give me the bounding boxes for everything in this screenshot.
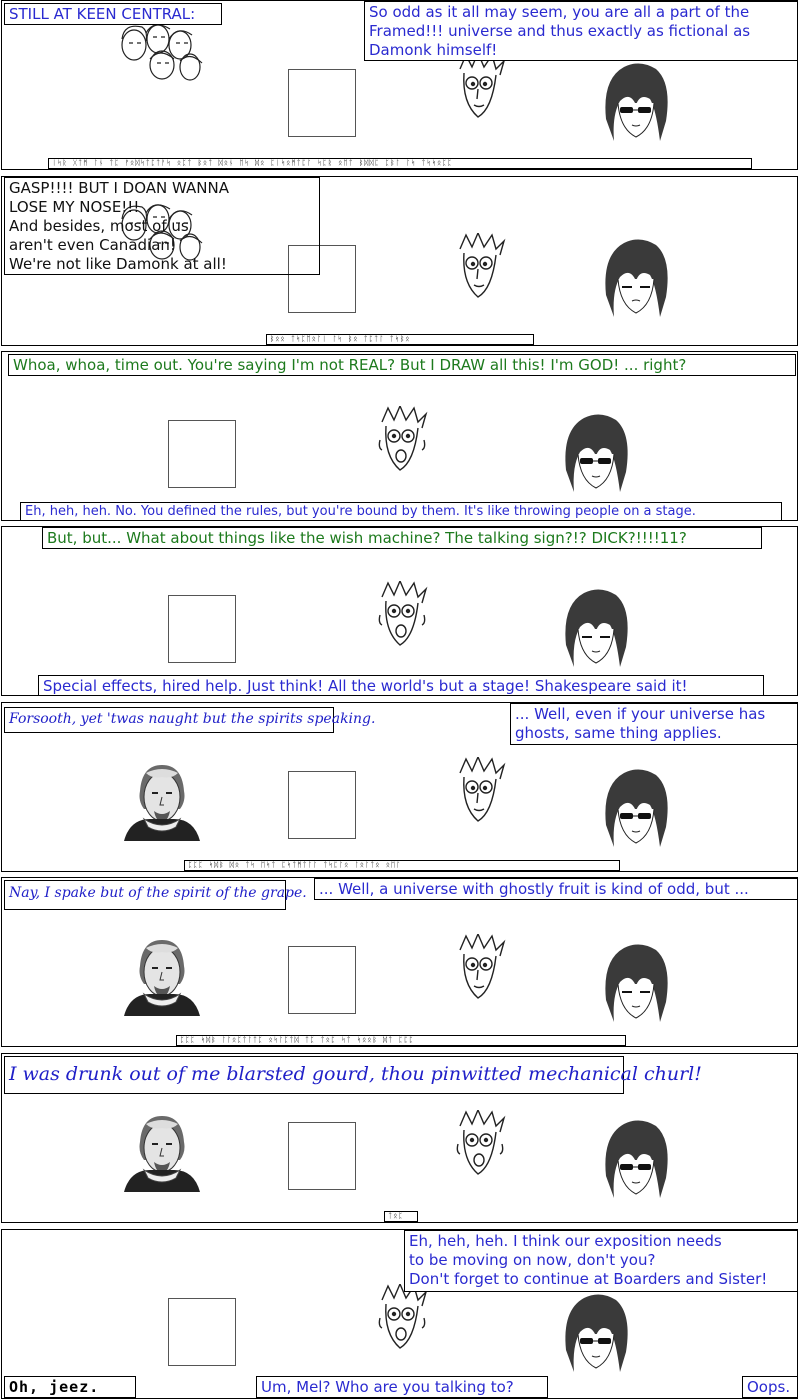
shakespeare-portrait-icon [120, 1112, 204, 1194]
talking-sign-icon [168, 420, 236, 488]
mel-speech: Eh, heh, heh. No. You defined the rules,… [20, 502, 782, 520]
mel-face-icon [560, 585, 632, 673]
mel-face-icon [600, 940, 672, 1028]
author-face-icon [452, 757, 510, 827]
glyph-translation-bar: ᛏᛟᛈ [384, 1211, 418, 1222]
group-faces-icon [114, 15, 210, 87]
mel-speech: Special effects, hired help. Just think!… [38, 675, 764, 695]
author-speech: Whoa, whoa, time out. You're saying I'm … [8, 354, 796, 376]
comic-panel-1: STILL AT KEEN CENTRAL: So odd as it all … [1, 0, 798, 170]
author-face-icon [452, 934, 510, 1004]
glyph-translation-bar: ᛈᛈᛈ ᛋᛞᛒ ᛞᛟ ᛏᛋ ᛖᛋᛏ ᛈᛋᛏᛗᛏᛚᛚ ᛏᛋᛈᛚᛟ ᛚᛟᛚᛏᛟ ᛟᛖ… [184, 860, 620, 871]
mel-face-icon [600, 1116, 672, 1204]
author-face-shocked-icon [374, 1284, 432, 1354]
shakespeare-portrait-icon [120, 936, 204, 1018]
shakespeare-portrait-icon [120, 761, 204, 843]
author-speech: But, but... What about things like the w… [42, 527, 762, 549]
comic-panel-7: I was drunk out of me blarsted gourd, th… [1, 1053, 798, 1223]
location-caption: STILL AT KEEN CENTRAL: [4, 3, 222, 25]
shakespeare-speech: I was drunk out of me blarsted gourd, th… [4, 1056, 702, 1094]
glyph-translation-bar: ᛒᛟᛟ ᛏᛋᛈᛖᛟᛚᛁ ᛚᛋ ᛒᛟ ᛏᛈᛏᛚ ᛏᛋᛒᛟ [266, 334, 534, 345]
comic-panel-2: GASP!!!! BUT I DOAN WANNA LOSE MY NOSE!!… [1, 176, 798, 346]
mel-speech: ... Well, even if your universe has ghos… [510, 703, 797, 745]
mel-face-icon [600, 59, 672, 147]
talking-sign-icon [288, 946, 356, 1014]
talking-sign-icon [288, 771, 356, 839]
talking-sign-icon [288, 1122, 356, 1190]
mel-face-icon [560, 1290, 632, 1378]
author-face-shocked-icon [374, 581, 432, 651]
author-face-icon [452, 233, 510, 303]
comic-panel-3: Whoa, whoa, time out. You're saying I'm … [1, 351, 798, 521]
mel-speech: Eh, heh, heh. I think our exposition nee… [404, 1230, 797, 1292]
talking-sign-speech: Oh, jeez. [4, 1376, 136, 1398]
talking-sign-icon [168, 595, 236, 663]
mel-face-icon [600, 235, 672, 323]
mel-face-icon [600, 765, 672, 853]
mel-speech: ... Well, a universe with ghostly fruit … [314, 878, 797, 900]
shakespeare-speech: Nay, I spake but of the spirit of the gr… [4, 880, 307, 910]
author-speech: Um, Mel? Who are you talking to? [256, 1376, 548, 1398]
author-face-shocked-icon [452, 1110, 510, 1180]
talking-sign-icon [288, 69, 356, 137]
mel-face-icon [560, 410, 632, 498]
comic-panel-8: Eh, heh, heh. I think our exposition nee… [1, 1229, 798, 1399]
author-face-shocked-icon [374, 406, 432, 476]
comic-panel-6: Nay, I spake but of the spirit of the gr… [1, 877, 798, 1047]
shakespeare-speech: Forsooth, yet 'twas naught but the spiri… [4, 707, 375, 733]
glyph-translation-bar: ᛁᛋᚱ ᚷᛏᛗ ᛚᚾ ᛏᛈ ᚠᛟᛞᛋᛏᛈᛏᚨᛋ ᛟᛈᛏ ᛒᛟᛏ ᛞᛟᚾ ᛖᛋ ᛞ… [48, 158, 752, 169]
author-face-icon [452, 53, 510, 123]
glyph-translation-bar: ᛈᛈᛈ ᛋᛞᛒ ᛚᛚᛟᛈᛏᛚᛏᛈ ᛟᛋᛚᛈᛏᛞ ᛏᛈ ᛏᛟᛈ ᛋᛏ ᛋᛟᛟᛒ ᛞ… [176, 1035, 626, 1046]
group-speech: GASP!!!! BUT I DOAN WANNA LOSE MY NOSE!!… [4, 177, 320, 275]
talking-sign-icon [168, 1298, 236, 1366]
mel-speech-oops: Oops. [742, 1376, 797, 1398]
comic-panel-4: But, but... What about things like the w… [1, 526, 798, 696]
comic-panel-5: Forsooth, yet 'twas naught but the spiri… [1, 702, 798, 872]
mel-speech: So odd as it all may seem, you are all a… [364, 1, 797, 61]
